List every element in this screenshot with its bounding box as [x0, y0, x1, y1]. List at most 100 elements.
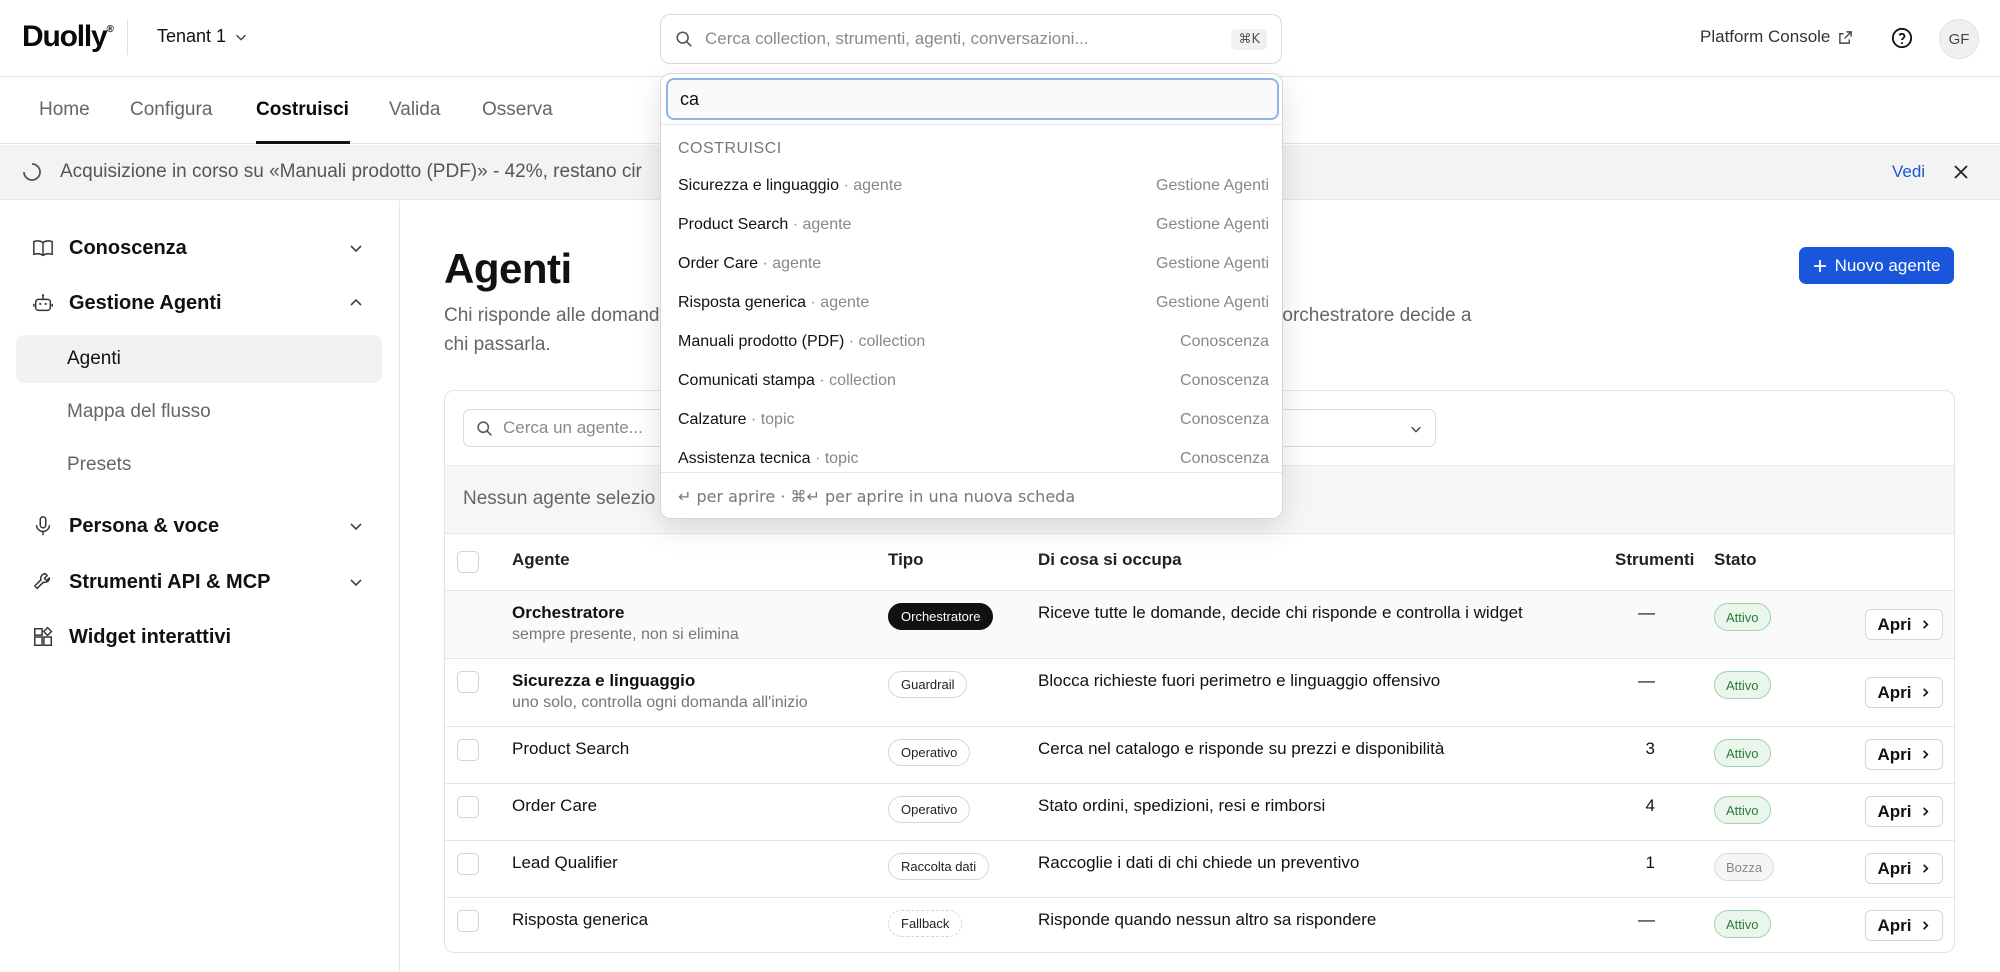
- sidebar-group-strumenti[interactable]: Strumenti API & MCP: [32, 562, 368, 602]
- result-category: Conoscenza: [1180, 450, 1269, 467]
- book-icon: [33, 240, 53, 257]
- result-name: Risposta generica: [678, 294, 807, 311]
- open-agent-button[interactable]: Apri: [1865, 796, 1943, 827]
- chevron-up-icon: [350, 298, 362, 306]
- banner-view-link[interactable]: Vedi: [1892, 162, 1925, 182]
- palette-group-label: COSTRUISCI: [678, 140, 782, 157]
- tab-valida[interactable]: Valida: [389, 99, 440, 121]
- agent-name[interactable]: Orchestratore: [512, 603, 624, 623]
- agent-search-placeholder: Cerca un agente...: [503, 418, 643, 437]
- result-category: Gestione Agenti: [1156, 216, 1269, 233]
- column-header-stato[interactable]: Stato: [1714, 550, 1757, 570]
- status-badge: Attivo: [1714, 671, 1771, 699]
- column-header-tipo[interactable]: Tipo: [888, 550, 924, 570]
- column-header-strumenti[interactable]: Strumenti: [1615, 550, 1694, 570]
- sidebar-item-presets[interactable]: Presets: [16, 441, 382, 489]
- open-label: Apri: [1877, 614, 1912, 634]
- wrench-icon: [34, 573, 51, 590]
- result-category: Gestione Agenti: [1156, 177, 1269, 194]
- open-agent-button[interactable]: Apri: [1865, 609, 1943, 640]
- sidebar-group-gestione-agenti[interactable]: Gestione Agenti: [32, 283, 368, 323]
- sidebar-item-agenti[interactable]: Agenti: [16, 335, 382, 383]
- status-badge: Attivo: [1714, 739, 1771, 767]
- row-checkbox[interactable]: [457, 796, 479, 818]
- agent-name[interactable]: Lead Qualifier: [512, 853, 618, 873]
- platform-console-label: Platform Console: [1700, 27, 1831, 46]
- agent-name[interactable]: Order Care: [512, 796, 597, 816]
- status-badge: Attivo: [1714, 603, 1771, 631]
- new-agent-button[interactable]: Nuovo agente: [1799, 247, 1954, 284]
- close-icon[interactable]: [1952, 163, 1970, 181]
- tenant-selector[interactable]: Tenant 1: [157, 26, 248, 47]
- row-checkbox[interactable]: [457, 853, 479, 875]
- chevron-right-icon: [1922, 620, 1929, 629]
- global-search-placeholder: Cerca collection, strumenti, agenti, con…: [705, 29, 1089, 48]
- sidebar-item-mappa-del-flusso[interactable]: Mappa del flusso: [16, 388, 382, 436]
- open-agent-button[interactable]: Apri: [1865, 677, 1943, 708]
- type-pill: Raccolta dati: [888, 853, 990, 880]
- palette-result[interactable]: Sicurezza e linguaggio · agente Gestione…: [661, 168, 1282, 206]
- sidebar-group-persona-voce[interactable]: Persona & voce: [32, 506, 368, 546]
- select-all-checkbox[interactable]: [457, 551, 479, 573]
- search-icon: [477, 420, 492, 436]
- open-label: Apri: [1877, 744, 1912, 764]
- palette-result[interactable]: Calzature · topic Conoscenza: [661, 402, 1282, 440]
- open-agent-button[interactable]: Apri: [1865, 739, 1943, 770]
- search-icon: [676, 31, 692, 47]
- sidebar-group-conoscenza[interactable]: Conoscenza: [32, 228, 368, 268]
- row-checkbox[interactable]: [457, 671, 479, 693]
- row-checkbox[interactable]: [457, 739, 479, 761]
- chevron-right-icon: [1922, 807, 1929, 816]
- column-header-agente[interactable]: Agente: [512, 550, 570, 570]
- chevron-down-icon: [1411, 426, 1421, 433]
- platform-console-link[interactable]: Platform Console: [1700, 27, 1853, 47]
- sidebar-group-label: Persona & voce: [69, 514, 220, 537]
- sidebar-group-widget[interactable]: Widget interattivi: [32, 617, 368, 657]
- page-description-line1: Chi risponde alle domand: [444, 305, 660, 326]
- command-palette: ca COSTRUISCI Sicurezza e linguaggio · a…: [660, 73, 1283, 519]
- table-row: Orchestratore sempre presente, non si el…: [445, 591, 1954, 659]
- palette-result[interactable]: Risposta generica · agente Gestione Agen…: [661, 285, 1282, 323]
- robot-icon: [33, 294, 53, 312]
- app-logo[interactable]: Duolly®: [22, 20, 114, 54]
- chevron-right-icon: [1922, 750, 1929, 759]
- tools-count: 1: [1645, 853, 1655, 872]
- result-category: Gestione Agenti: [1156, 294, 1269, 311]
- open-agent-button[interactable]: Apri: [1865, 910, 1943, 941]
- open-agent-button[interactable]: Apri: [1865, 853, 1943, 884]
- result-kind: · agente: [788, 216, 852, 233]
- tools-count: —: [1638, 603, 1655, 622]
- result-name: Calzature: [678, 411, 747, 428]
- status-badge: Bozza: [1714, 853, 1775, 881]
- chevron-down-icon: [350, 579, 362, 587]
- tools-count: 3: [1645, 739, 1655, 758]
- palette-result[interactable]: Product Search · agente Gestione Agenti: [661, 207, 1282, 245]
- agent-name[interactable]: Sicurezza e linguaggio: [512, 671, 695, 691]
- palette-result[interactable]: Comunicati stampa · collection Conoscenz…: [661, 363, 1282, 401]
- palette-result[interactable]: Order Care · agente Gestione Agenti: [661, 246, 1282, 284]
- tab-configura[interactable]: Configura: [130, 99, 212, 121]
- active-tab-indicator: [256, 141, 350, 144]
- tab-osserva[interactable]: Osserva: [482, 99, 553, 121]
- open-label: Apri: [1877, 858, 1912, 878]
- chevron-right-icon: [1922, 688, 1929, 697]
- user-avatar[interactable]: GF: [1939, 19, 1979, 59]
- column-header-compito[interactable]: Di cosa si occupa: [1038, 550, 1182, 570]
- palette-footer: ↵ per aprire · ⌘↵ per aprire in una nuov…: [661, 472, 1282, 518]
- tab-home[interactable]: Home: [39, 99, 90, 121]
- search-shortcut: ⌘K: [1231, 28, 1267, 50]
- palette-search-input[interactable]: ca: [666, 78, 1279, 120]
- banner-text: Acquisizione in corso su «Manuali prodot…: [60, 161, 642, 182]
- help-icon[interactable]: [1891, 27, 1913, 49]
- agent-description: Cerca nel catalogo e risponde su prezzi …: [1038, 739, 1445, 758]
- type-pill: Operativo: [888, 796, 971, 823]
- palette-result[interactable]: Manuali prodotto (PDF) · collection Cono…: [661, 324, 1282, 362]
- agent-name[interactable]: Product Search: [512, 739, 629, 759]
- tab-costruisci[interactable]: Costruisci: [256, 99, 349, 121]
- result-kind: · agente: [806, 294, 870, 311]
- result-name: Sicurezza e linguaggio: [678, 177, 839, 194]
- agent-subtitle: uno solo, controlla ogni domanda all'ini…: [512, 694, 808, 711]
- global-search-input[interactable]: Cerca collection, strumenti, agenti, con…: [660, 14, 1282, 64]
- row-checkbox[interactable]: [457, 910, 479, 932]
- agent-name[interactable]: Risposta generica: [512, 910, 648, 930]
